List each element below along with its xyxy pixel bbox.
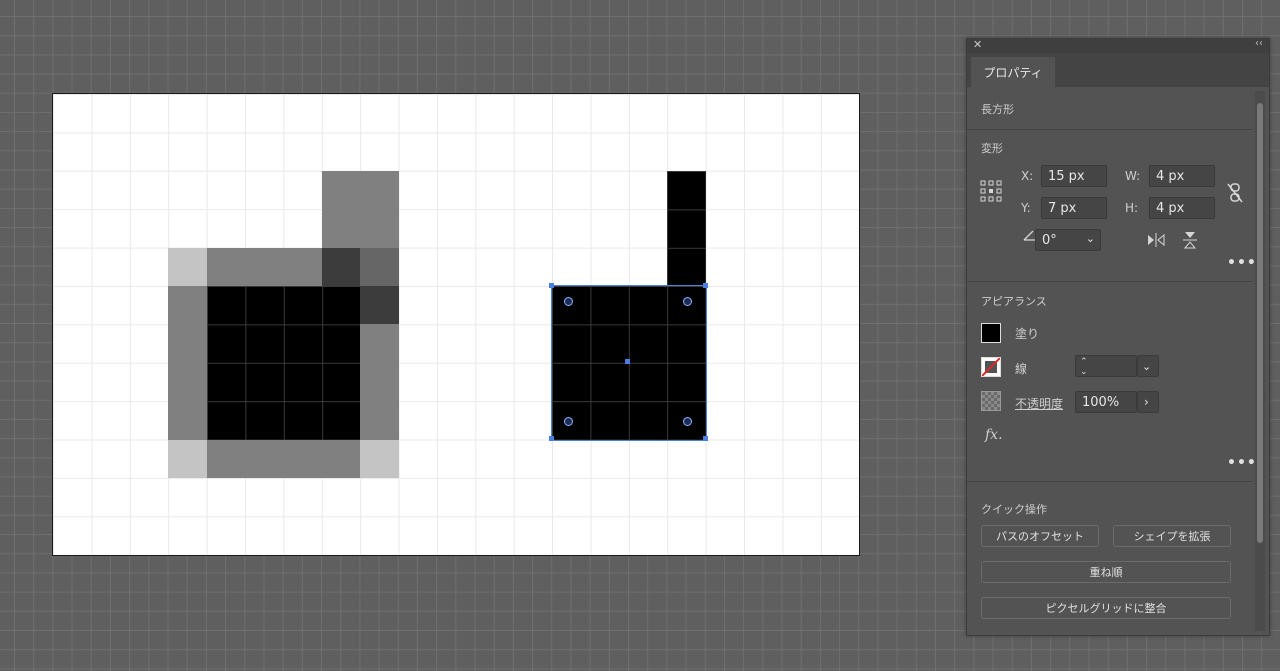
pixel [360,209,399,248]
stroke-label: 線 [1015,362,1028,376]
rotate-field[interactable]: 0° ⌄ [1035,229,1101,251]
appearance-section: アピアランス 塗り 線 ⌃ ⌄ ⌄ 不透明度 100% › fx. ••• [967,281,1256,482]
stroke-weight-field[interactable]: ⌃ ⌄ [1075,355,1137,377]
resize-handle-bottom-right[interactable] [703,436,708,441]
w-field[interactable]: 4 px [1149,165,1215,187]
pixel [206,439,245,478]
pixel [321,170,361,210]
pixel [168,362,207,402]
flip-vertical-icon[interactable] [1179,231,1201,249]
corner-radius-widget[interactable] [564,297,573,306]
collapse-icon[interactable]: ‹‹ [1255,38,1263,49]
opacity-expand-button[interactable]: › [1137,391,1159,413]
pixel [206,247,245,286]
pixel-core [206,286,361,440]
panel-title-bar[interactable]: ✕ ‹‹ [967,38,1269,53]
stepper-icon[interactable]: ⌃ ⌄ [1080,357,1088,377]
y-label: Y: [1021,201,1031,215]
transform-section: 変形 X: 15 px W: 4 px Y: 7 px H: 4 px 0° ⌄… [967,129,1256,282]
pixel [245,439,284,478]
constrain-proportions-icon[interactable] [1225,181,1245,205]
corner-radius-widget[interactable] [683,297,692,306]
chevron-right-icon[interactable]: › [1144,395,1149,409]
pixel [168,324,207,363]
pixel [360,401,399,440]
reference-point-icon[interactable] [979,179,1003,203]
x-field[interactable]: 15 px [1041,165,1107,187]
pixel [360,362,399,402]
object-type-label: 長方形 [981,103,1014,116]
rotate-value: 0° [1042,232,1057,248]
pixel [360,170,399,210]
more-options-icon[interactable]: ••• [1227,455,1257,471]
pixel [360,286,399,325]
pixel [168,286,207,325]
opacity-label[interactable]: 不透明度 [1015,395,1063,412]
x-label: X: [1021,169,1034,183]
fill-swatch[interactable] [981,323,1001,343]
fill-label: 塗り [1015,327,1040,341]
transform-title: 変形 [981,142,1003,155]
h-label: H: [1125,201,1139,215]
resize-handle-top-right[interactable] [703,283,708,288]
pixel [360,247,399,286]
pixel [283,439,322,478]
more-options-icon[interactable]: ••• [1227,255,1257,271]
corner-radius-widget[interactable] [683,417,692,426]
close-icon[interactable]: ✕ [973,38,982,51]
panel-scrollbar[interactable] [1255,91,1265,631]
pixel [360,439,399,478]
stroke-weight-dropdown[interactable]: ⌄ [1137,355,1159,377]
quick-actions-section: クイック操作 パスのオフセット シェイプを拡張 重ね順 ピクセルグリッドに整合 [967,481,1253,631]
resize-handle-top-left[interactable] [549,283,554,288]
tab-strip: プロパティ [967,53,1269,87]
pixel [321,439,361,478]
opacity-icon [981,391,1001,411]
h-field[interactable]: 4 px [1149,197,1215,219]
arrange-button[interactable]: 重ね順 [981,561,1231,583]
pixel [321,209,361,248]
pixel [168,247,207,286]
fx-icon[interactable]: fx. [985,427,1003,443]
pixel [283,247,322,286]
pixel [245,247,284,286]
offset-path-button[interactable]: パスのオフセット [981,525,1099,547]
scrollbar-thumb[interactable] [1257,103,1263,543]
appearance-title: アピアランス [981,295,1047,308]
quick-actions-title: クイック操作 [981,503,1047,516]
object-type-section: 長方形 [967,87,1253,130]
pixel [360,324,399,363]
resize-handle-bottom-left[interactable] [549,436,554,441]
expand-shape-button[interactable]: シェイプを拡張 [1113,525,1231,547]
stem-rectangle[interactable] [667,170,706,286]
chevron-down-icon[interactable]: ⌄ [1142,360,1151,373]
pixel [168,401,207,440]
properties-panel: ✕ ‹‹ プロパティ 長方形 変形 X: 15 px W: 4 px Y: 7 … [966,38,1270,636]
corner-radius-widget[interactable] [564,417,573,426]
chevron-down-icon[interactable]: ⌄ [1086,232,1095,245]
flip-horizontal-icon[interactable] [1145,231,1167,249]
stroke-swatch[interactable] [981,357,1001,377]
artboard[interactable] [52,93,860,556]
center-point [625,359,630,364]
tab-properties[interactable]: プロパティ [971,57,1055,87]
align-to-pixel-grid-button[interactable]: ピクセルグリッドに整合 [981,597,1231,619]
w-label: W: [1125,169,1141,183]
pixel [321,247,361,286]
pixel [168,439,207,478]
y-field[interactable]: 7 px [1041,197,1107,219]
opacity-field[interactable]: 100% [1075,391,1137,413]
